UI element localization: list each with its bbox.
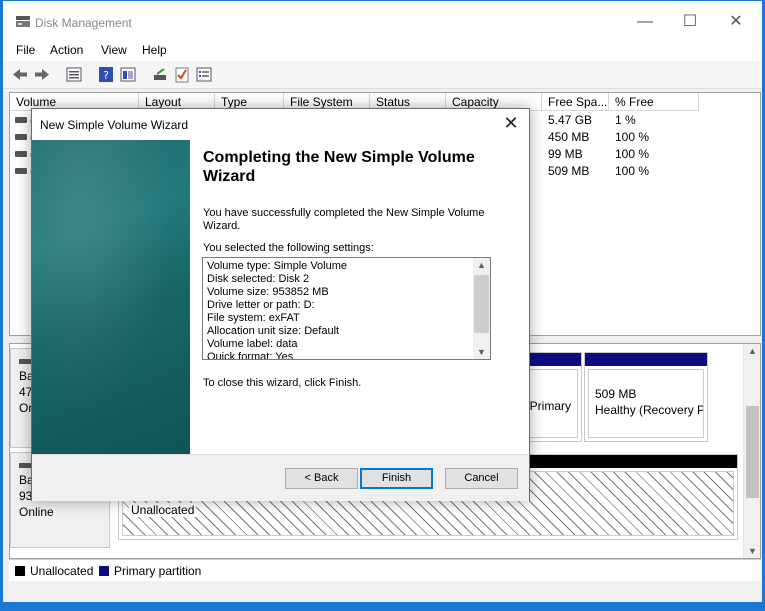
recovery-partition-size: 509 MB xyxy=(595,387,637,401)
settings-scroll-up-icon[interactable]: ▲ xyxy=(473,260,490,270)
setting-file-system: File system: exFAT xyxy=(207,312,300,324)
setting-allocation-unit: Allocation unit size: Default xyxy=(207,325,340,337)
help-icon[interactable]: ? xyxy=(97,66,115,83)
menu-view[interactable]: View xyxy=(101,43,127,57)
setting-volume-label: Volume label: data xyxy=(207,338,298,350)
volume-icon xyxy=(15,134,27,140)
percent-free: 100 % xyxy=(615,164,650,178)
minimize-button[interactable]: — xyxy=(622,9,668,35)
percent-free: 100 % xyxy=(615,147,650,161)
back-arrow-icon[interactable] xyxy=(11,66,29,83)
setting-volume-type: Volume type: Simple Volume xyxy=(207,260,348,272)
free-space: 99 MB xyxy=(548,147,583,161)
scrollbar-thumb[interactable] xyxy=(746,406,759,498)
settings-scroll-thumb[interactable] xyxy=(474,275,489,333)
unallocated-label: Unallocated xyxy=(129,503,197,517)
disk-map-scrollbar[interactable]: ▲ ▼ xyxy=(743,344,760,558)
disk-management-app-icon xyxy=(16,16,30,27)
settings-list: Volume type: Simple Volume Disk selected… xyxy=(207,260,471,360)
recovery-partition-status: Healthy (Recovery Pa xyxy=(595,403,704,417)
menu-action[interactable]: Action xyxy=(50,43,83,57)
legend-primary-label: Primary partition xyxy=(114,564,202,578)
title-bar: Disk Management — ☐ ✕ xyxy=(3,1,762,39)
wizard-intro-text: You have successfully completed the New … xyxy=(203,207,485,232)
forward-arrow-icon[interactable] xyxy=(33,66,51,83)
scroll-up-arrow-icon[interactable]: ▲ xyxy=(744,346,761,356)
dialog-title: New Simple Volume Wizard xyxy=(40,118,189,132)
view-pane-icon[interactable] xyxy=(119,66,137,83)
disk1-recovery-partition[interactable]: 509 MB Healthy (Recovery Pa xyxy=(584,352,708,442)
maximize-button[interactable]: ☐ xyxy=(667,9,713,35)
settings-scrollbar[interactable]: ▲ ▼ xyxy=(473,258,490,359)
settings-scroll-down-icon[interactable]: ▼ xyxy=(473,347,490,357)
properties-list-icon[interactable] xyxy=(65,66,83,83)
recovery-partition-bar xyxy=(585,353,707,366)
legend-unallocated-label: Unallocated xyxy=(30,564,94,578)
setting-drive-letter: Drive letter or path: D: xyxy=(207,299,315,311)
percent-free: 100 % xyxy=(615,130,650,144)
menu-bar: File Action View Help xyxy=(3,39,762,61)
toolbar: ? xyxy=(3,61,762,89)
volume-icon xyxy=(15,151,27,157)
free-space: 509 MB xyxy=(548,164,590,178)
status-bar xyxy=(3,583,762,602)
legend-primary-swatch xyxy=(99,566,109,576)
menu-help[interactable]: Help xyxy=(142,43,167,57)
connect-icon[interactable] xyxy=(151,66,169,83)
finish-button[interactable]: Finish xyxy=(360,468,433,489)
column-free-space[interactable]: Free Spa... xyxy=(542,93,609,111)
primary-partition-type: , Primary xyxy=(523,399,571,413)
setting-volume-size: Volume size: 953852 MB xyxy=(207,286,329,298)
back-button[interactable]: < Back xyxy=(285,468,358,489)
settings-label: You selected the following settings: xyxy=(203,242,374,254)
legend: Unallocated Primary partition xyxy=(9,559,761,581)
cancel-button[interactable]: Cancel xyxy=(445,468,518,489)
settings-list-icon[interactable] xyxy=(195,66,213,83)
dialog-close-button[interactable]: ✕ xyxy=(499,111,523,135)
window-title: Disk Management xyxy=(35,16,132,30)
checklist-icon[interactable] xyxy=(173,66,191,83)
scroll-down-arrow-icon[interactable]: ▼ xyxy=(744,546,761,556)
disk2-status: Online xyxy=(19,505,54,519)
free-space: 5.47 GB xyxy=(548,113,593,127)
svg-text:?: ? xyxy=(103,69,109,82)
recovery-partition-info: 509 MB Healthy (Recovery Pa xyxy=(588,369,704,438)
new-simple-volume-wizard-dialog: New Simple Volume Wizard ✕ Completing th… xyxy=(31,108,530,501)
column-percent-free[interactable]: % Free xyxy=(609,93,699,111)
volume-icon xyxy=(15,117,27,123)
setting-disk-selected: Disk selected: Disk 2 xyxy=(207,273,310,285)
legend-unallocated-swatch xyxy=(15,566,25,576)
wizard-side-banner xyxy=(32,140,190,454)
percent-free: 1 % xyxy=(615,113,636,127)
volume-icon xyxy=(15,168,27,174)
close-hint-text: To close this wizard, click Finish. xyxy=(203,377,362,389)
setting-quick-format: Quick format: Yes xyxy=(207,351,294,360)
free-space: 450 MB xyxy=(548,130,590,144)
settings-summary-box[interactable]: Volume type: Simple Volume Disk selected… xyxy=(202,257,491,360)
menu-file[interactable]: File xyxy=(16,43,35,57)
dialog-button-bar: < Back Finish Cancel xyxy=(32,454,529,501)
wizard-heading: Completing the New Simple Volume Wizard xyxy=(203,149,475,185)
close-window-button[interactable]: ✕ xyxy=(713,9,759,35)
